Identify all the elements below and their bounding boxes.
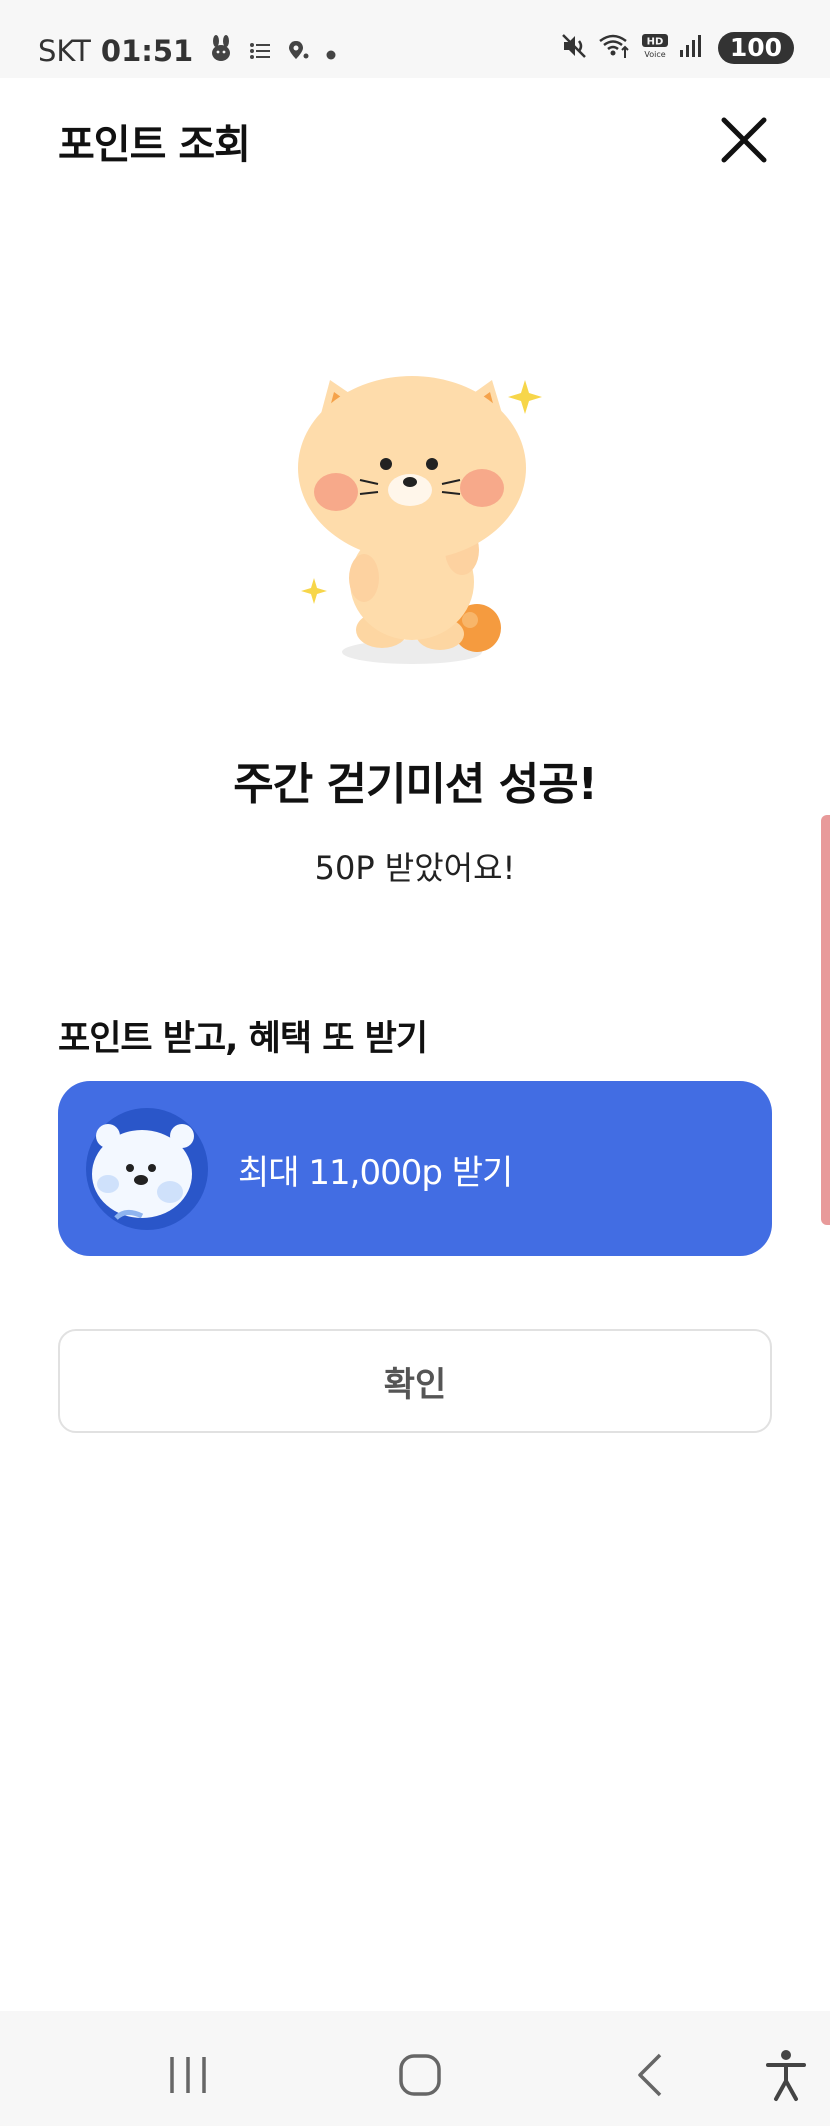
status-left: SKT 01:51 bbox=[38, 34, 337, 68]
back-icon bbox=[638, 2053, 662, 2097]
confirm-button[interactable]: 확인 bbox=[58, 1329, 772, 1433]
accessibility-icon bbox=[766, 2050, 806, 2101]
system-nav-bar bbox=[0, 2011, 830, 2126]
carrier-label: SKT bbox=[38, 34, 91, 68]
nav-back-button[interactable] bbox=[622, 2045, 682, 2105]
benefit-banner-button[interactable]: 최대 11,000p 받기 bbox=[58, 1081, 772, 1256]
clock: 01:51 bbox=[100, 34, 194, 68]
wifi-icon bbox=[598, 32, 632, 64]
recents-icon bbox=[170, 2057, 206, 2093]
page-title: 포인트 조회 bbox=[58, 122, 251, 168]
success-subtitle: 50P 받았어요! bbox=[314, 849, 516, 887]
location-icon bbox=[287, 34, 309, 68]
close-icon bbox=[721, 117, 767, 163]
sparkle-icon bbox=[508, 380, 542, 414]
nav-home-button[interactable] bbox=[390, 2045, 450, 2105]
rabbit-icon bbox=[209, 34, 233, 68]
battery-indicator: 100 bbox=[717, 32, 794, 64]
status-right: HD Voice 100 bbox=[560, 32, 794, 64]
svg-text:HD: HD bbox=[646, 37, 663, 48]
notification-dot-icon bbox=[325, 34, 337, 68]
bear-character-avatar bbox=[86, 1108, 208, 1230]
edge-panel-handle[interactable] bbox=[821, 815, 830, 1225]
hd-voice-icon: HD Voice bbox=[640, 32, 670, 64]
signal-icon bbox=[678, 33, 704, 63]
close-button[interactable] bbox=[716, 112, 772, 168]
home-icon bbox=[399, 2054, 441, 2096]
svg-text:Voice: Voice bbox=[644, 50, 665, 59]
mute-icon bbox=[560, 32, 588, 64]
benefit-section-title: 포인트 받고, 혜택 또 받기 bbox=[58, 1019, 428, 1059]
status-bar: SKT 01:51 HD Voice 100 bbox=[0, 0, 830, 78]
cat-character-illustration bbox=[282, 360, 562, 680]
success-title: 주간 걷기미션 성공! bbox=[233, 759, 598, 810]
nav-recents-button[interactable] bbox=[158, 2045, 218, 2105]
list-icon bbox=[249, 34, 271, 68]
nav-accessibility-button[interactable] bbox=[756, 2045, 816, 2105]
benefit-banner-label: 최대 11,000p 받기 bbox=[238, 1153, 513, 1193]
